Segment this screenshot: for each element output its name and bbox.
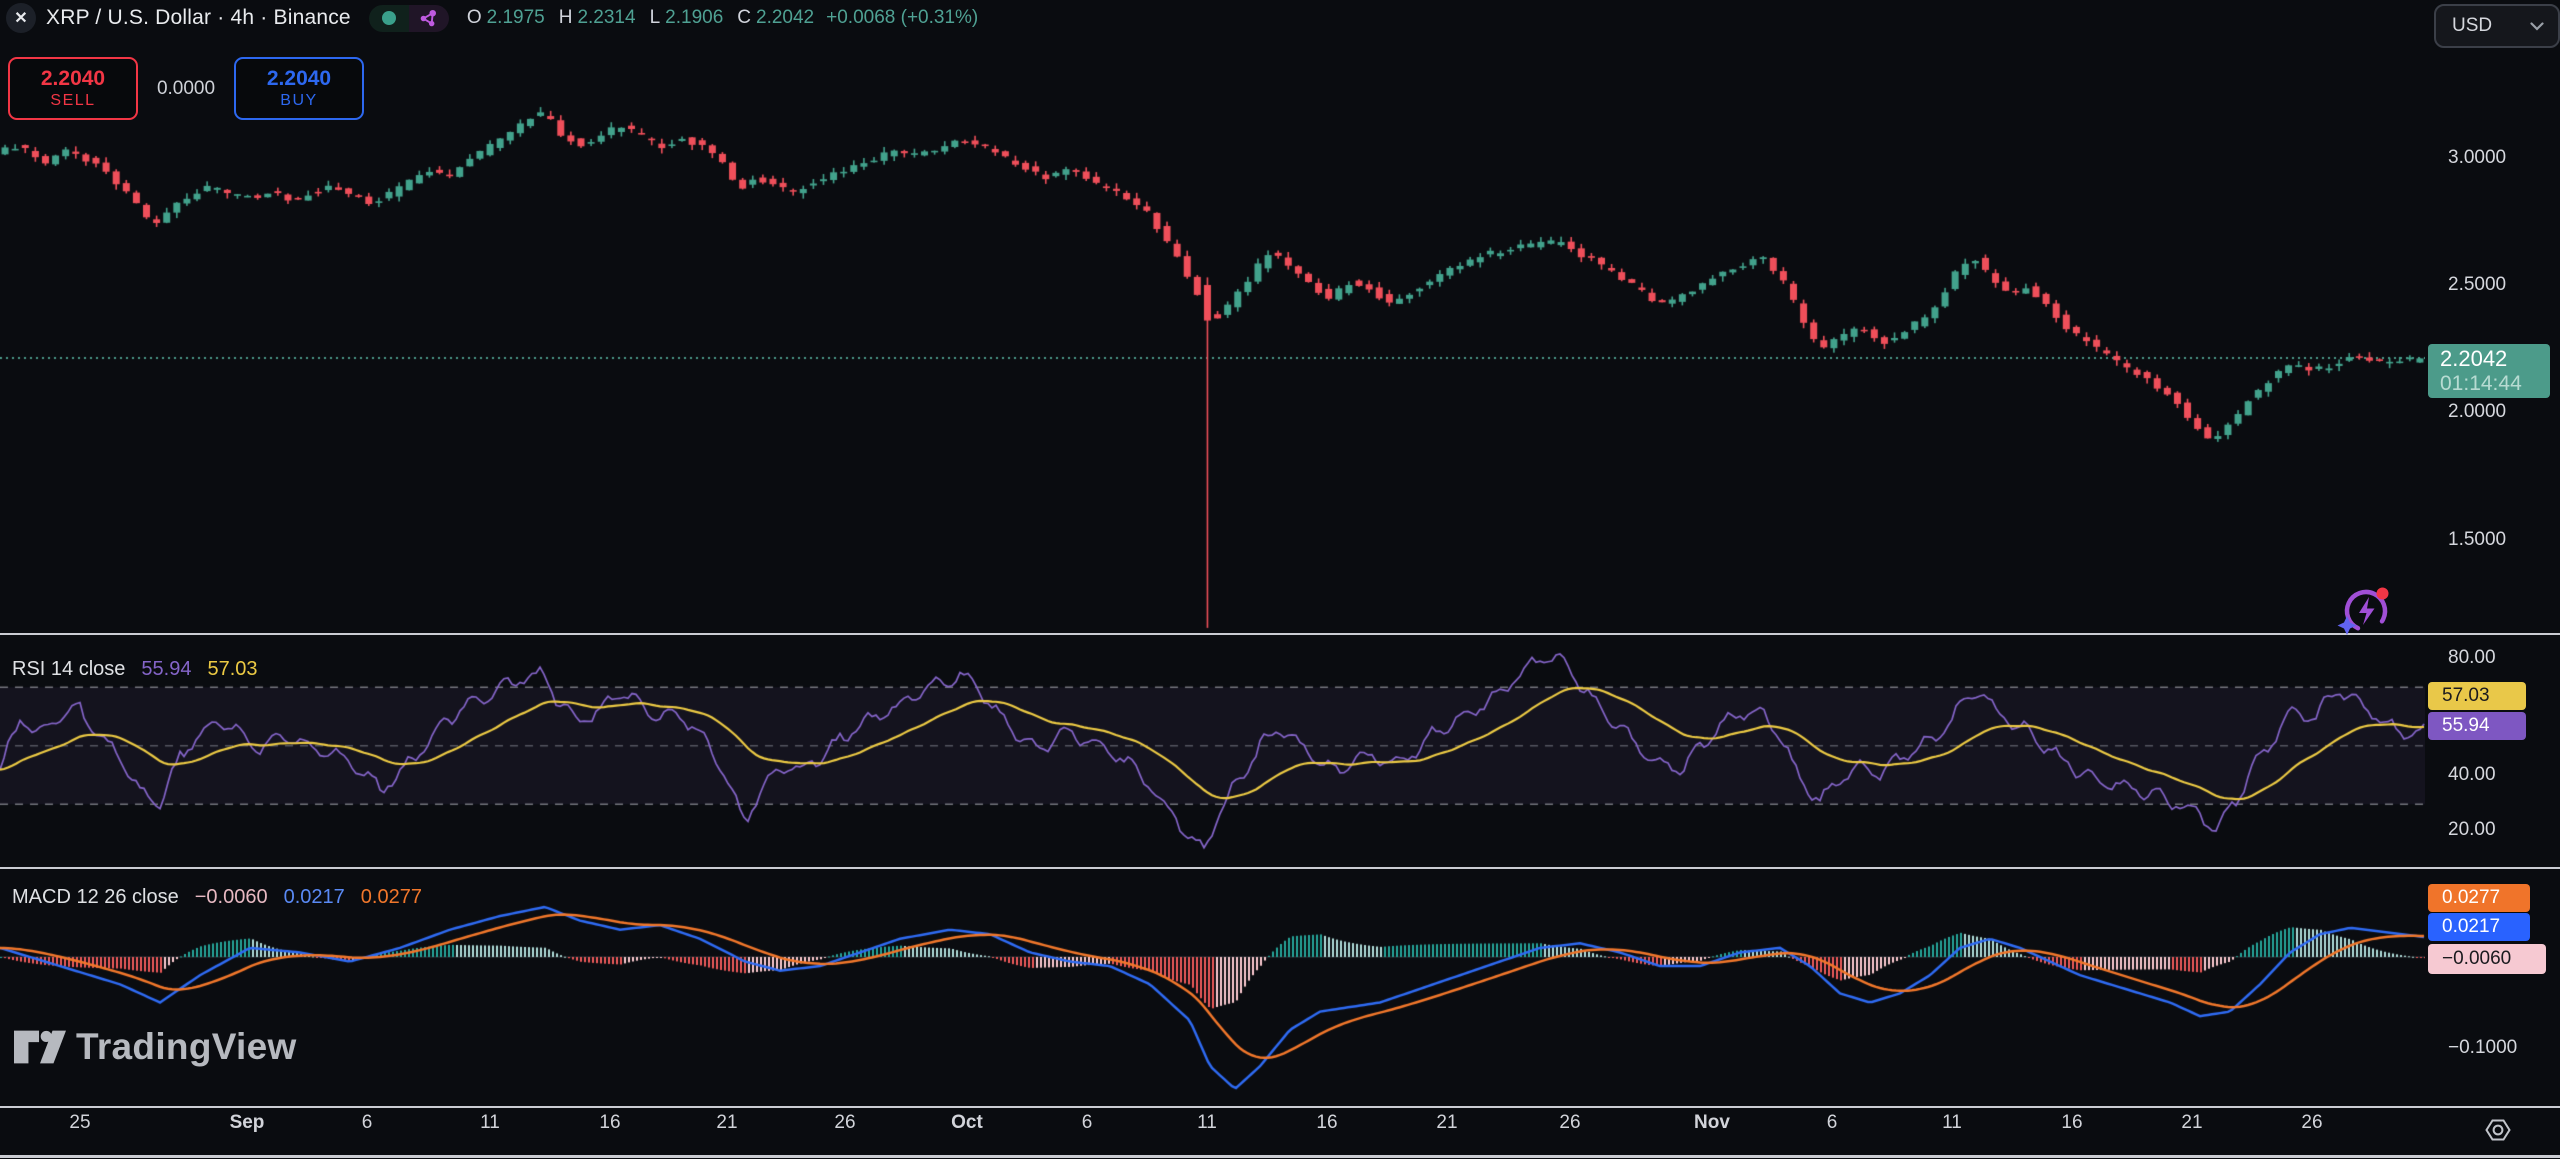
watermark-text: TradingView	[76, 1026, 297, 1068]
rsi-tick: 20.00	[2448, 819, 2496, 841]
rsi-tick: 40.00	[2448, 764, 2496, 786]
time-axis-label: 21	[1436, 1112, 1457, 1134]
low-value: 2.1906	[665, 7, 723, 29]
widget-bottom-edge	[0, 1155, 2560, 1158]
macd-line-value: 0.0217	[284, 886, 345, 909]
macd-hist-value: −0.0060	[195, 886, 268, 909]
sell-price: 2.2040	[41, 67, 105, 91]
change-value: +0.0068 (+0.31%)	[826, 7, 978, 29]
ohlc-readout: O 2.1975 H 2.2314 L 2.1906 C 2.2042 +0.0…	[467, 7, 978, 29]
timezone-settings-icon[interactable]	[2482, 1114, 2514, 1151]
rsi-ma-value: 57.03	[207, 658, 257, 681]
indicator-value-label: 0.0217	[2428, 913, 2530, 941]
macd-signal-value: 0.0277	[361, 886, 422, 909]
time-axis-label: 21	[2181, 1112, 2202, 1134]
close-value: 2.2042	[756, 7, 814, 29]
close-label: C	[737, 7, 751, 29]
time-axis-label: 16	[2061, 1112, 2082, 1134]
time-axis-label: 6	[1082, 1112, 1093, 1134]
sell-label: SELL	[50, 91, 95, 110]
status-pill[interactable]	[369, 5, 449, 32]
time-axis-label: 6	[362, 1112, 373, 1134]
low-label: L	[650, 7, 661, 29]
rsi-legend[interactable]: RSI 14 close 55.94 57.03	[12, 658, 258, 681]
network-share-icon	[419, 9, 438, 28]
buy-button[interactable]: 2.2040 BUY	[234, 57, 364, 120]
spark-lightning-icon[interactable]	[2336, 580, 2396, 645]
xrp-logo-icon[interactable]: ✕	[6, 3, 36, 33]
time-axis-label: 16	[599, 1112, 620, 1134]
trade-panel: 2.2040 SELL 0.0000 2.2040 BUY	[8, 57, 364, 120]
pane-separator[interactable]	[0, 867, 2560, 869]
price-tick: 1.5000	[2448, 529, 2506, 551]
time-axis-label: 11	[1197, 1112, 1217, 1134]
indicator-value-label: 0.0277	[2428, 884, 2530, 912]
time-axis-label: 11	[1942, 1112, 1962, 1134]
macd-axis-min: −0.1000	[2448, 1037, 2517, 1059]
bar-countdown: 01:14:44	[2440, 372, 2550, 396]
time-axis-label: Sep	[230, 1112, 265, 1134]
time-axis-label: 21	[716, 1112, 737, 1134]
symbol-header: ✕ XRP / U.S. Dollar · 4h · Binance O 2.1…	[6, 3, 978, 33]
price-tick: 2.5000	[2448, 274, 2506, 296]
macd-legend[interactable]: MACD 12 26 close −0.0060 0.0217 0.0277	[12, 886, 422, 909]
high-value: 2.2314	[577, 7, 635, 29]
price-tick: 2.0000	[2448, 401, 2506, 423]
tradingview-watermark: TradingView	[14, 1026, 297, 1068]
tradingview-chart-widget: ✕ XRP / U.S. Dollar · 4h · Binance O 2.1…	[0, 0, 2560, 1159]
time-axis-label: 11	[480, 1112, 500, 1134]
pane-separator[interactable]	[0, 1106, 2560, 1108]
sell-button[interactable]: 2.2040 SELL	[8, 57, 138, 120]
time-axis-label: 25	[69, 1112, 90, 1134]
rsi-indicator-pane[interactable]	[0, 635, 2425, 867]
time-axis-label: 6	[1827, 1112, 1838, 1134]
time-axis-label: Oct	[951, 1112, 983, 1134]
open-label: O	[467, 7, 482, 29]
time-axis-label: 26	[1559, 1112, 1580, 1134]
current-price-value: 2.2042	[2440, 346, 2550, 372]
spread-value: 0.0000	[138, 78, 234, 100]
market-status-icon	[382, 11, 396, 25]
time-axis-label: 26	[2301, 1112, 2322, 1134]
buy-price: 2.2040	[267, 67, 331, 91]
pane-separator[interactable]	[0, 633, 2560, 635]
high-label: H	[559, 7, 573, 29]
buy-label: BUY	[280, 91, 317, 110]
price-tick: 3.0000	[2448, 147, 2506, 169]
rsi-title: RSI 14 close	[12, 658, 125, 681]
symbol-title[interactable]: XRP / U.S. Dollar · 4h · Binance	[46, 6, 351, 30]
chevron-down-icon	[2530, 22, 2544, 31]
macd-title: MACD 12 26 close	[12, 886, 179, 909]
rsi-tick: 80.00	[2448, 647, 2496, 669]
time-axis-label: 26	[834, 1112, 855, 1134]
currency-selector[interactable]: USD	[2434, 4, 2560, 48]
rsi-value: 55.94	[141, 658, 191, 681]
indicator-value-label: −0.0060	[2428, 944, 2546, 974]
time-axis-label: Nov	[1694, 1112, 1730, 1134]
tradingview-logo-icon	[14, 1030, 66, 1064]
currency-label: USD	[2452, 15, 2530, 37]
indicator-value-label: 57.03	[2428, 682, 2526, 710]
time-axis-label: 16	[1316, 1112, 1337, 1134]
current-price-label: 2.2042 01:14:44	[2428, 344, 2550, 398]
open-value: 2.1975	[487, 7, 545, 29]
indicator-value-label: 55.94	[2428, 712, 2526, 740]
